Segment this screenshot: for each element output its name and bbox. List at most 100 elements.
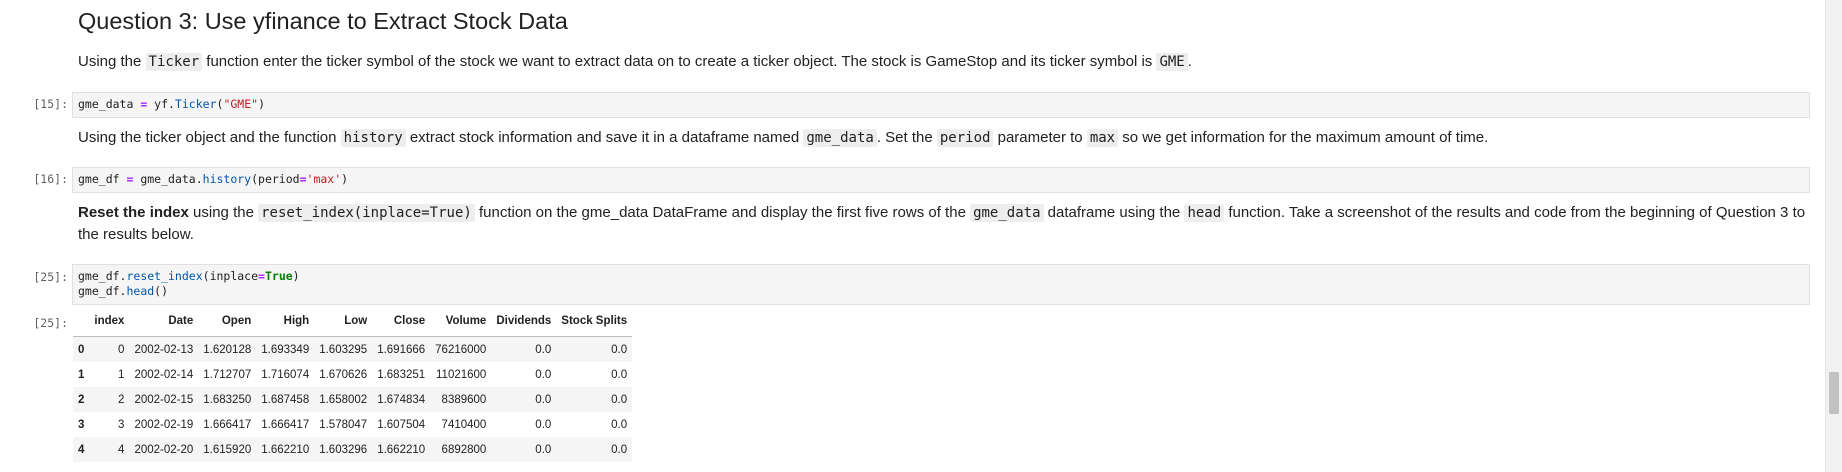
md-text: using the: [188, 204, 259, 221]
md-text: function enter the ticker symbol of the …: [202, 53, 1157, 70]
table-cell: 1.666417: [203, 418, 252, 431]
md-text: function on the gme_data DataFrame and d…: [474, 204, 971, 221]
md-bold-text: Reset the index: [78, 204, 189, 221]
table-row: 0 0 2002-02-13 1.620128 1.693349 1.603295 1.69…: [73, 336, 633, 362]
table-cell: 8389600: [441, 393, 487, 406]
code-cell-16-editor[interactable]: gme_df = gme_data.history(period='max'): [72, 167, 1810, 193]
column-header: [73, 311, 90, 337]
table-cell: 4: [118, 443, 125, 456]
markdown-cell-history[interactable]: Using the ticker object and the function…: [78, 127, 1818, 149]
table-cell: 76216000: [435, 343, 487, 356]
table-cell: 0.0: [535, 418, 552, 431]
inline-code: gme_data: [803, 129, 877, 147]
md-text: . Set the: [876, 129, 937, 146]
table-cell: 1.691666: [377, 343, 426, 356]
inline-code: period: [936, 129, 994, 147]
table-cell: 3: [118, 418, 125, 431]
md-text: parameter to: [993, 129, 1087, 146]
output-prompt: [25]:: [33, 316, 68, 330]
scrollbar-thumb[interactable]: [1829, 372, 1839, 414]
table-row: 1 1 2002-02-14 1.712707 1.716074 1.670626 1.68…: [73, 362, 632, 387]
md-text: Using the: [78, 53, 146, 70]
table-cell: 1.683250: [203, 393, 252, 406]
inline-code: head: [1184, 204, 1225, 222]
table-cell: 1.716074: [261, 368, 310, 381]
table-cell: 0.0: [611, 418, 628, 431]
table-cell: 1.693349: [261, 343, 310, 356]
table-row: 4 4 2002-02-20 1.615920 1.662210 1.603296 1.66…: [73, 437, 633, 462]
code-token: =: [299, 172, 307, 186]
table-row: 3 3 2002-02-19 1.666417 1.666417 1.578047 1.60…: [73, 412, 632, 437]
code-token: gme_data: [78, 97, 134, 111]
code-token: gme_data.: [140, 172, 203, 186]
code-token: =: [119, 172, 141, 186]
notebook-panel: Question 3: Use yfinance to Extract Stoc…: [0, 0, 1826, 472]
md-text: so we get information for the maximum am…: [1118, 129, 1489, 146]
inline-code: max: [1086, 129, 1119, 147]
column-header: Open: [198, 311, 257, 337]
table-cell: 1.620128: [203, 343, 252, 356]
table-cell: 0.0: [611, 368, 628, 381]
code-token: (): [154, 284, 169, 298]
column-header: Dividends: [491, 311, 557, 337]
table-cell: 0.0: [535, 368, 552, 381]
table-cell: 1.666417: [261, 418, 310, 431]
code-token: =: [133, 97, 155, 111]
table-cell: 0.0: [535, 393, 552, 406]
md-text: extract stock information and save it in…: [405, 129, 804, 146]
table-cell: 1.578047: [319, 418, 368, 431]
code-token: gme_df: [78, 172, 120, 186]
code-token: ): [341, 172, 349, 186]
code-token: Ticker: [174, 97, 217, 111]
table-cell: 2002-02-15: [134, 393, 194, 406]
row-index-label: 4: [78, 443, 85, 456]
column-header: Low: [314, 311, 373, 337]
column-header: index: [89, 311, 130, 337]
row-index-label: 1: [78, 368, 85, 381]
table-cell: 1.712707: [203, 368, 252, 381]
table-cell: 2002-02-14: [134, 368, 194, 381]
column-header: Close: [372, 311, 431, 337]
column-header: Volume: [430, 311, 492, 337]
code-token: ): [292, 269, 300, 283]
code-token: "GME": [223, 97, 259, 111]
table-cell: 2002-02-19: [134, 418, 194, 431]
code-token: =: [258, 269, 265, 283]
table-cell: 0.0: [611, 393, 628, 406]
input-prompt: [16]:: [33, 172, 68, 186]
table-header-row: index Date Open High Low Close Volume Dividends…: [73, 311, 633, 337]
table-cell: 1.683251: [377, 368, 426, 381]
table-row: 2 2 2002-02-15 1.683250 1.687458 1.658002 1.67…: [73, 387, 633, 412]
md-text: Using the ticker object and the function: [78, 129, 341, 146]
code-token: head: [126, 284, 155, 298]
dataframe-output-table: index Date Open High Low Close Volume Dividends…: [73, 311, 633, 462]
code-token: (inplace: [202, 269, 259, 283]
table-cell: 1.662210: [377, 443, 426, 456]
code-token: 'max': [306, 172, 342, 186]
inline-code: Ticker: [145, 53, 203, 71]
code-token: ): [258, 97, 265, 111]
table-cell: 0.0: [535, 343, 552, 356]
table-cell: 0: [118, 343, 125, 356]
table-cell: 7410400: [441, 418, 487, 431]
table-cell: 1.658002: [319, 393, 368, 406]
table-cell: 1.687458: [261, 393, 310, 406]
row-index-label: 3: [78, 418, 85, 431]
table-cell: 6892800: [441, 443, 487, 456]
code-token: True: [264, 269, 293, 283]
markdown-cell-reset-index[interactable]: Reset the index using the reset_index(in…: [78, 202, 1818, 246]
table-cell: 1.670626: [319, 368, 368, 381]
code-cell-15-editor[interactable]: gme_data = yf.Ticker("GME"): [72, 92, 1810, 118]
code-token: (period: [251, 172, 300, 186]
row-index-label: 2: [78, 393, 85, 406]
code-cell-25-editor[interactable]: gme_df.reset_index(inplace=True) gme_df.…: [72, 264, 1810, 305]
vertical-scrollbar[interactable]: [1825, 0, 1842, 472]
column-header: Date: [129, 311, 199, 337]
table-body: 0 0 2002-02-13 1.620128 1.693349 1.603295 1.69…: [73, 336, 633, 462]
code-token: yf.: [154, 97, 175, 111]
row-index-label: 0: [78, 343, 85, 356]
table-cell: 0.0: [611, 443, 628, 456]
inline-code: reset_index(inplace=True): [258, 204, 475, 222]
inline-code: history: [340, 129, 406, 147]
markdown-cell-ticker[interactable]: Using the Ticker function enter the tick…: [78, 51, 1818, 73]
